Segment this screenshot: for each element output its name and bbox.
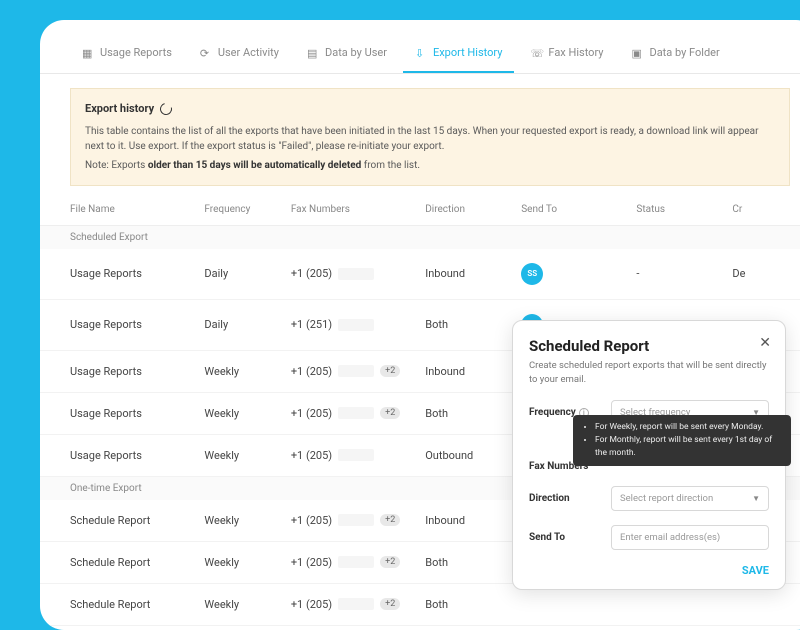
modal-title: Scheduled Report: [529, 337, 769, 355]
sendto-field: Send To Enter email address(es): [529, 525, 769, 550]
export-history-notice: Export history This table contains the l…: [70, 88, 790, 186]
redacted: [338, 365, 374, 377]
redacted: [338, 556, 374, 568]
col-status: Status: [636, 204, 732, 215]
tab-icon: ⟳: [200, 47, 212, 59]
more-badge: +2: [380, 365, 400, 377]
modal-subtitle: Create scheduled report exports that wil…: [529, 359, 769, 386]
tab-icon: ▣: [631, 47, 643, 59]
redacted: [338, 268, 374, 280]
tab-icon: ⇩: [415, 47, 427, 59]
group-header: Scheduled Export: [40, 226, 800, 249]
col-cr: Cr: [732, 204, 790, 215]
tab-icon: ▦: [82, 47, 94, 59]
col-dir: Direction: [425, 204, 521, 215]
notice-title-text: Export history: [85, 101, 154, 118]
redacted: [338, 319, 374, 331]
chevron-down-icon: ▼: [752, 494, 760, 503]
tab-bar: ▦Usage Reports⟳User Activity▤Data by Use…: [40, 36, 800, 74]
direction-field: Direction Select report direction▼: [529, 486, 769, 511]
close-icon[interactable]: ✕: [759, 335, 771, 351]
scheduled-report-modal: ✕ Scheduled Report Create scheduled repo…: [512, 320, 786, 590]
notice-title: Export history: [85, 101, 775, 118]
tab-user-activity[interactable]: ⟳User Activity: [188, 36, 291, 73]
notice-body: This table contains the list of all the …: [85, 124, 775, 154]
tab-export-history[interactable]: ⇩Export History: [403, 36, 514, 73]
frequency-tooltip: For Weekly, report will be sent every Mo…: [573, 415, 791, 465]
direction-select[interactable]: Select report direction▼: [611, 486, 769, 511]
more-badge: +2: [380, 514, 400, 526]
sendto-label: Send To: [529, 532, 601, 543]
tab-fax-history[interactable]: ☏Fax History: [518, 36, 615, 73]
tab-icon: ☏: [530, 47, 542, 59]
tab-data-by-folder[interactable]: ▣Data by Folder: [619, 36, 731, 73]
tab-usage-reports[interactable]: ▦Usage Reports: [70, 36, 184, 73]
redacted: [338, 449, 374, 461]
more-badge: +2: [380, 556, 400, 568]
avatar: SS: [521, 263, 543, 285]
table-header: File Name Frequency Fax Numbers Directio…: [40, 194, 800, 226]
tab-data-by-user[interactable]: ▤Data by User: [295, 36, 399, 73]
notice-note: Note: Exports older than 15 days will be…: [85, 158, 775, 173]
col-fax: Fax Numbers: [291, 204, 425, 215]
save-button[interactable]: SAVE: [529, 564, 769, 577]
refresh-icon[interactable]: [158, 101, 174, 117]
table-row[interactable]: Usage ReportsDaily+1 (205)InboundSS-De: [40, 249, 800, 300]
more-badge: +2: [380, 407, 400, 419]
redacted: [338, 407, 374, 419]
col-file: File Name: [70, 204, 204, 215]
tab-icon: ▤: [307, 47, 319, 59]
col-send: Send To: [521, 204, 636, 215]
col-freq: Frequency: [204, 204, 290, 215]
redacted: [338, 514, 374, 526]
direction-label: Direction: [529, 493, 601, 504]
sendto-input[interactable]: Enter email address(es): [611, 525, 769, 550]
